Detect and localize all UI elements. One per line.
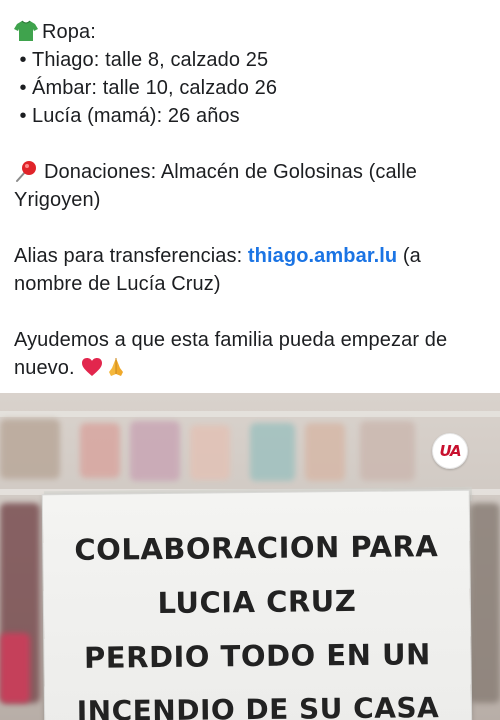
praying-hands-icon	[108, 357, 123, 376]
list-item: • Lucía (mamá): 26 años	[14, 102, 486, 130]
post-photo[interactable]: UA COLABORACION PARA LUCIA CRUZ PERDIO T…	[0, 393, 500, 720]
alias-link[interactable]: thiago.ambar.lu	[248, 245, 397, 267]
list-item: • Ámbar: talle 10, calzado 26	[14, 74, 486, 102]
list-item-text: Lucía (mamá): 26 años	[32, 105, 240, 127]
closing-line-2: nuevo.	[14, 354, 486, 382]
closing-line-1: Ayudemos a que esta familia pueda empeza…	[14, 329, 448, 351]
list-item-text: Ámbar: talle 10, calzado 26	[32, 77, 278, 99]
alias-suffix: (a	[397, 245, 421, 267]
alias-prefix: Alias para transferencias:	[14, 245, 248, 267]
handwritten-sign: COLABORACION PARA LUCIA CRUZ PERDIO TODO…	[42, 490, 472, 720]
sign-line: INCENDIO DE SU CASA	[76, 691, 440, 720]
logo-text: UA	[439, 442, 461, 460]
ua-logo: UA	[432, 433, 468, 469]
ropa-label: Ropa:	[42, 21, 96, 43]
list-item-text: Thiago: talle 8, calzado 25	[32, 49, 269, 71]
sign-line: PERDIO TODO EN UN	[83, 637, 431, 675]
closing-text: nuevo.	[14, 357, 75, 379]
sign-line: COLABORACION PARA	[74, 529, 439, 567]
post-text: Ropa: • Thiago: talle 8, calzado 25 • Ámba…	[14, 18, 486, 382]
pushpin-icon	[16, 160, 36, 182]
list-item: • Thiago: talle 8, calzado 25	[14, 46, 486, 74]
bullet: •	[19, 77, 27, 99]
alias-line-2: nombre de Lucía Cruz)	[14, 273, 221, 295]
alias-line: Alias para transferencias: thiago.ambar.…	[14, 242, 486, 270]
bullet: •	[19, 49, 27, 71]
bullet: •	[19, 105, 27, 127]
red-heart-icon	[81, 357, 102, 376]
donaciones-text-2: Yrigoyen)	[14, 189, 101, 211]
donaciones-line: Donaciones: Almacén de Golosinas (calle	[14, 158, 486, 186]
sign-line: LUCIA CRUZ	[157, 583, 357, 621]
donaciones-text: Donaciones: Almacén de Golosinas (calle	[44, 161, 417, 183]
ropa-heading: Ropa:	[14, 18, 486, 46]
shirt-icon	[14, 20, 38, 41]
